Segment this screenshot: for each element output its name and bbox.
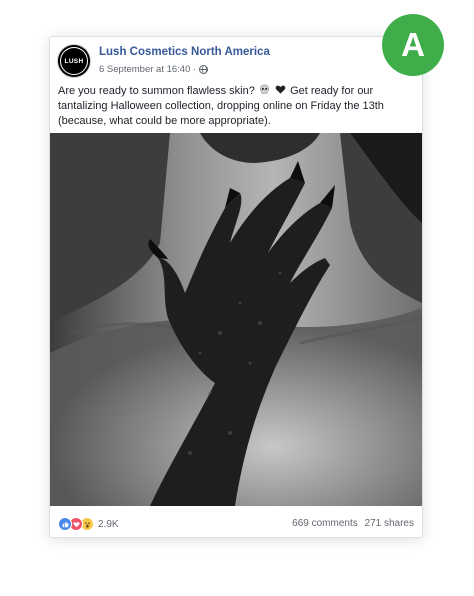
post-meta: 6 September at 16:40 · (99, 64, 209, 75)
avatar-label: LUSH (64, 57, 84, 65)
post-header: LUSH Lush Cosmetics North America 6 Sept… (58, 45, 414, 79)
like-icon (58, 517, 72, 531)
badge-letter: A (401, 26, 425, 63)
post-footer: 2.9K 669 comments 271 shares (58, 515, 414, 533)
heart-icon (72, 521, 80, 527)
wow-face-icon (84, 521, 90, 528)
engagement-stats: 669 comments 271 shares (292, 518, 414, 529)
facebook-post-card: LUSH Lush Cosmetics North America 6 Sept… (49, 36, 423, 538)
avatar-ring: LUSH (60, 47, 88, 75)
photo-illustration (50, 133, 422, 506)
caption-text-1: Are you ready to summon flawless skin? (58, 85, 255, 97)
reaction-count: 2.9K (98, 518, 119, 530)
post-caption: Are you ready to summon flawless skin? G… (58, 84, 420, 129)
globe-icon (199, 65, 209, 74)
avatar[interactable]: LUSH (58, 45, 90, 77)
black-heart-icon (275, 85, 286, 94)
post-photo[interactable] (50, 133, 422, 506)
shares-count-link[interactable]: 271 shares (365, 518, 414, 529)
post-date[interactable]: 6 September at 16:40 · (99, 64, 196, 75)
skull-icon (260, 84, 269, 94)
page-name-link[interactable]: Lush Cosmetics North America (99, 46, 270, 58)
reactions-summary[interactable]: 2.9K (58, 517, 119, 531)
thumb-up-icon (62, 521, 69, 527)
comments-count-link[interactable]: 669 comments (292, 518, 358, 529)
option-badge: A (382, 14, 444, 76)
